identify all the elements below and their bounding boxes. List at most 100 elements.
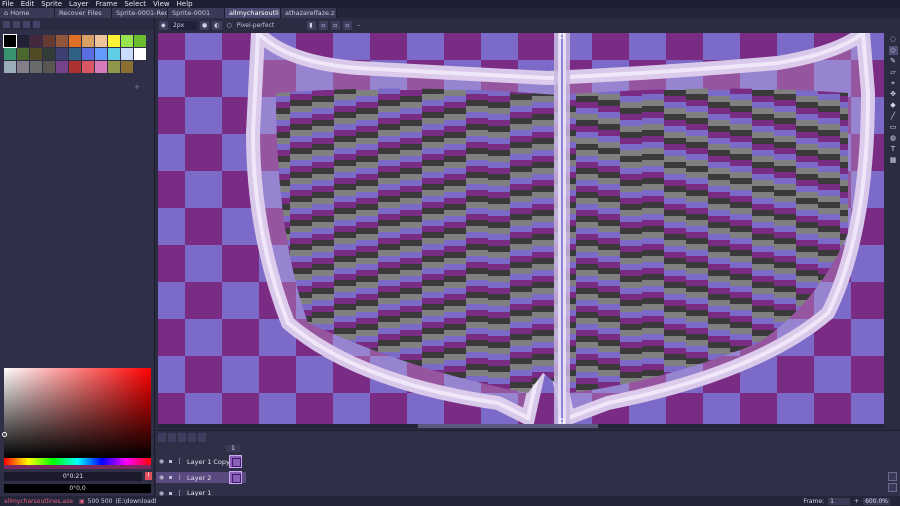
scrollbar-thumb[interactable]: [418, 424, 598, 428]
line-icon[interactable]: ╱: [889, 112, 898, 121]
palette-swatch[interactable]: [3, 34, 17, 48]
timeline-options-icon[interactable]: [888, 483, 897, 492]
palette-swatch[interactable]: [69, 61, 81, 73]
palette-swatch[interactable]: [108, 61, 120, 73]
palette-swatch[interactable]: [30, 61, 42, 73]
palette-swatch[interactable]: [134, 35, 146, 47]
palette-swatch[interactable]: [69, 35, 81, 47]
symmetry-vertical-icon[interactable]: ▫: [331, 20, 341, 30]
palette-swatch[interactable]: [30, 48, 42, 60]
hue-slider[interactable]: [4, 458, 151, 465]
menu-sprite[interactable]: Sprite: [41, 0, 62, 8]
pencil-icon[interactable]: ✎: [889, 57, 898, 66]
zoom-in-icon[interactable]: +: [854, 498, 859, 505]
palette-swatch[interactable]: [121, 35, 133, 47]
menu-file[interactable]: File: [2, 0, 14, 8]
play-icon[interactable]: [178, 433, 186, 442]
previous-frame-icon[interactable]: [168, 433, 176, 442]
palette-swatch[interactable]: [121, 61, 133, 73]
brush-type-icon[interactable]: ◆: [159, 20, 168, 30]
palette-swatch[interactable]: [121, 48, 133, 60]
tab-allmycharsoutlines[interactable]: allmycharsoutli×: [225, 8, 281, 18]
palette-swatch[interactable]: [95, 48, 107, 60]
link-icon[interactable]: |: [176, 458, 183, 465]
menu-help[interactable]: Help: [177, 0, 193, 8]
first-frame-icon[interactable]: [158, 433, 166, 442]
frame-header[interactable]: 1: [226, 445, 240, 452]
sprite-canvas[interactable]: [158, 33, 884, 424]
lock-icon[interactable]: ▪: [167, 458, 174, 465]
last-frame-icon[interactable]: [198, 433, 206, 442]
menu-view[interactable]: View: [153, 0, 170, 8]
eyedropper-icon[interactable]: ⌖: [889, 79, 898, 88]
rectangle-icon[interactable]: ▭: [889, 123, 898, 132]
pixel-perfect-checkbox[interactable]: ○: [225, 21, 234, 30]
link-icon[interactable]: |: [176, 474, 183, 481]
palette-swatch[interactable]: [56, 61, 68, 73]
zoom-field[interactable]: 600.0%: [863, 497, 890, 505]
palette-presets-icon[interactable]: [23, 20, 30, 28]
symmetry-horizontal-icon[interactable]: ▫: [319, 20, 329, 30]
eraser-icon[interactable]: ▱: [889, 68, 898, 77]
palette-swatch[interactable]: [82, 35, 94, 47]
palette-swatch[interactable]: [56, 48, 68, 60]
symmetry-icon[interactable]: ▮: [307, 20, 317, 30]
tab-athazarelfaze[interactable]: athazarelfaze.z×: [281, 8, 337, 18]
palette-swatch[interactable]: [17, 61, 29, 73]
onion-skin-icon[interactable]: [888, 472, 897, 481]
palette-swatch[interactable]: [43, 48, 55, 60]
foreground-color-value[interactable]: 0°0:21: [4, 472, 142, 481]
eye-icon[interactable]: ◉: [158, 474, 165, 481]
menu-layer[interactable]: Layer: [69, 0, 89, 8]
fill-icon[interactable]: ◆: [889, 101, 898, 110]
tab-home[interactable]: ⌂ Home: [0, 8, 55, 18]
palette-swatch[interactable]: [56, 35, 68, 47]
palette-swatch[interactable]: [17, 48, 29, 60]
palette-swatch[interactable]: [134, 48, 146, 60]
palette-edit-icon[interactable]: [3, 20, 10, 28]
ink-icon[interactable]: ●: [200, 20, 210, 30]
palette-swatch[interactable]: [4, 48, 16, 60]
marquee-icon[interactable]: ◌: [889, 35, 898, 44]
lock-icon[interactable]: ▪: [167, 474, 174, 481]
tab-sprite-0001[interactable]: Sprite-0001: [168, 8, 225, 18]
blur-icon[interactable]: ◍: [889, 134, 898, 143]
lasso-icon[interactable]: ◇: [888, 46, 898, 55]
move-icon[interactable]: ✥: [889, 90, 898, 99]
palette-swatch[interactable]: [95, 35, 107, 47]
palette-swatch[interactable]: [30, 35, 42, 47]
menu-frame[interactable]: Frame: [96, 0, 118, 8]
text-icon[interactable]: T: [889, 145, 898, 154]
horizontal-scrollbar[interactable]: [158, 424, 884, 428]
palette-swatch[interactable]: [43, 35, 55, 47]
palette-swatch[interactable]: [82, 48, 94, 60]
palette-swatch[interactable]: [95, 61, 107, 73]
symmetry-options-icon[interactable]: –: [355, 21, 364, 30]
color-spectrum[interactable]: [2, 368, 151, 458]
brush-size-field[interactable]: 2px: [171, 20, 197, 30]
palette-add-icon[interactable]: +: [134, 83, 140, 91]
palette-sort-icon[interactable]: [13, 20, 20, 28]
palette-swatch[interactable]: [17, 35, 29, 47]
grid-icon[interactable]: ▦: [889, 156, 898, 165]
background-color-value[interactable]: 0°0,0: [4, 484, 151, 493]
tab-sprite-rec[interactable]: Sprite-0001-Rec: [112, 8, 168, 18]
palette-swatch[interactable]: [108, 35, 120, 47]
alpha-slider[interactable]: [4, 465, 151, 469]
layer-cel[interactable]: [229, 455, 242, 468]
tab-recover-files[interactable]: Recover Files: [55, 8, 112, 18]
frame-field[interactable]: 1: [828, 497, 851, 505]
palette-swatch[interactable]: [4, 61, 16, 73]
palette-options-icon[interactable]: [33, 20, 40, 28]
palette-swatch[interactable]: [108, 48, 120, 60]
palette-swatch[interactable]: [82, 61, 94, 73]
palette-swatch[interactable]: [43, 61, 55, 73]
menu-select[interactable]: Select: [124, 0, 146, 8]
color-picker-cursor[interactable]: [2, 432, 7, 437]
opacity-icon[interactable]: ◐: [212, 20, 222, 30]
canvas-image[interactable]: [158, 33, 884, 424]
layer-cel[interactable]: [229, 471, 242, 484]
symmetry-both-icon[interactable]: ▫: [343, 20, 353, 30]
palette-swatch[interactable]: [69, 48, 81, 60]
warning-icon[interactable]: !: [145, 472, 152, 480]
